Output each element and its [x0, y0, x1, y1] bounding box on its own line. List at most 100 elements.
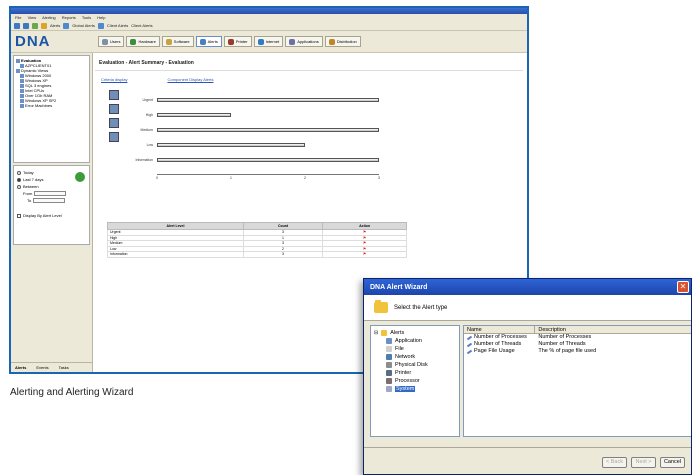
collapse-icon[interactable]: ⊟: [374, 330, 378, 336]
chart-export-icon[interactable]: [109, 118, 119, 128]
tab-software[interactable]: Software: [161, 36, 194, 47]
alert-level-checkbox[interactable]: [17, 213, 21, 218]
tree-item-network[interactable]: Network: [374, 353, 456, 361]
menu-view[interactable]: View: [28, 15, 37, 20]
page-title: Evaluation - Alert Summary - Evaluation: [95, 54, 523, 71]
between-label: Between: [23, 184, 39, 189]
alerts-icon[interactable]: [41, 22, 47, 29]
tree-item-application[interactable]: Application: [374, 337, 456, 345]
tab-printer[interactable]: Printer: [223, 36, 252, 47]
tree-label: Printer: [395, 370, 412, 376]
tree-item-printer[interactable]: Printer: [374, 369, 456, 377]
toolbar-alerts[interactable]: Alerts: [50, 23, 60, 28]
tab-users[interactable]: Users: [98, 36, 125, 47]
logo: DNA: [11, 31, 93, 53]
alert-level-cell: Information: [107, 251, 244, 258]
category-label: Information: [135, 158, 153, 162]
list-item[interactable]: Page File Usage The % of page file used: [464, 348, 691, 355]
apply-filter-button[interactable]: [75, 172, 85, 182]
menu-alerting[interactable]: Alerting: [42, 15, 56, 20]
wizard-instruction: Select the Alert type: [394, 304, 448, 311]
folder-icon: [16, 58, 20, 63]
back-button[interactable]: < Back: [602, 456, 627, 468]
menu-reports[interactable]: Reports: [62, 15, 76, 20]
chart-print-icon[interactable]: [109, 104, 119, 114]
count-cell: 3: [242, 251, 324, 258]
tree-item[interactable]: Error Machines: [16, 103, 87, 108]
item-description: Number of Processes: [538, 334, 592, 340]
tab-hardware[interactable]: Hardware: [126, 36, 160, 47]
brand-bar: DNA Users Hardware Software Alerts Print…: [11, 31, 527, 53]
hardware-icon: [130, 38, 137, 45]
from-date-field[interactable]: [34, 191, 67, 196]
tab-internet[interactable]: Internet: [253, 36, 284, 47]
table-row[interactable]: Information 3 ⚑: [107, 251, 407, 258]
column-header-description[interactable]: Description: [535, 326, 691, 333]
column-header[interactable]: Action: [322, 222, 407, 230]
chart-settings-icon[interactable]: [109, 132, 119, 142]
alerts-tab-icon: [199, 38, 206, 45]
toolbar-client-alerts[interactable]: Client Alerts: [107, 23, 128, 28]
status-tasks[interactable]: Tasks: [59, 365, 69, 370]
file-icon: [386, 346, 392, 352]
chart-bar[interactable]: [157, 158, 379, 162]
list-item[interactable]: Number of Threads Number of Threads: [464, 341, 691, 348]
view-icon: [20, 88, 24, 93]
column-header[interactable]: Count: [242, 222, 324, 230]
component-link[interactable]: Component Display Alerts: [167, 77, 213, 82]
tree-item-physical-disk[interactable]: Physical Disk: [374, 361, 456, 369]
chart-bar[interactable]: [157, 128, 379, 132]
view-icon: [20, 78, 24, 83]
next-button[interactable]: Next >: [631, 456, 656, 468]
to-date-field[interactable]: [33, 198, 66, 203]
tree-label: Network: [395, 354, 416, 360]
pen-icon: [466, 342, 473, 347]
column-header[interactable]: Alert Level: [107, 222, 244, 230]
machine-tree: Evaluation AZPCLIENT01 Dynamic Views Win…: [13, 55, 90, 163]
from-label: From: [23, 191, 33, 196]
tab-alerts[interactable]: Alerts: [195, 36, 222, 47]
tree-item-file[interactable]: File: [374, 345, 456, 353]
status-alerts[interactable]: Alerts: [15, 365, 26, 370]
status-events[interactable]: Events: [36, 365, 48, 370]
criteria-link[interactable]: Criteria display: [101, 77, 127, 82]
close-icon[interactable]: ✕: [677, 281, 689, 293]
last-days-radio[interactable]: [17, 177, 21, 182]
tab-label: Distribution: [336, 39, 357, 44]
client-alerts-icon[interactable]: [97, 22, 104, 29]
alert-list: Name Description Number of Processes Num…: [463, 325, 691, 437]
chart-bar[interactable]: [157, 113, 231, 117]
toolbar-global-alerts[interactable]: Global Alerts: [72, 23, 95, 28]
chart-bar[interactable]: [157, 143, 305, 147]
list-item[interactable]: Number of Processes Number of Processes: [464, 334, 691, 341]
menu-tools[interactable]: Tools: [82, 15, 91, 20]
flag-icon[interactable]: ⚑: [322, 251, 407, 258]
tab-applications[interactable]: Applications: [285, 36, 323, 47]
alert-level-table: Alert Level Count Action Urgent 3 ⚑ High 1 ⚑…: [107, 222, 407, 258]
link-row: Criteria display Component Display Alert…: [95, 71, 523, 88]
tab-distribution[interactable]: Distribution: [324, 36, 361, 47]
item-description: Number of Threads: [538, 341, 586, 347]
item-name: Number of Threads: [474, 341, 522, 347]
figure-caption: Alerting and Alerting Wizard: [10, 387, 134, 398]
tree-item-system[interactable]: System: [374, 385, 456, 393]
last-days-label: Last 7 days: [23, 177, 44, 182]
chart-type-icon[interactable]: [109, 90, 119, 100]
between-radio[interactable]: [17, 184, 21, 189]
today-radio[interactable]: [17, 170, 21, 175]
refresh-icon[interactable]: [32, 22, 38, 29]
forward-icon[interactable]: [23, 22, 29, 29]
column-header-name[interactable]: Name: [464, 326, 536, 333]
chart-bar[interactable]: [157, 98, 379, 102]
global-alerts-icon[interactable]: [63, 22, 70, 29]
menu-file[interactable]: File: [15, 15, 21, 20]
list-header: Name Description: [464, 326, 691, 334]
back-icon[interactable]: [14, 22, 20, 29]
toolbar-client-alerts-2[interactable]: Client Alerts: [131, 23, 152, 28]
cancel-button[interactable]: Cancel: [660, 456, 685, 468]
tree-item-alerts[interactable]: ⊟ Alerts: [374, 329, 456, 337]
menu-help[interactable]: Help: [97, 15, 105, 20]
wizard-header: Select the Alert type: [364, 295, 691, 321]
tab-label: Software: [173, 39, 190, 44]
tree-item-processor[interactable]: Processor: [374, 377, 456, 385]
